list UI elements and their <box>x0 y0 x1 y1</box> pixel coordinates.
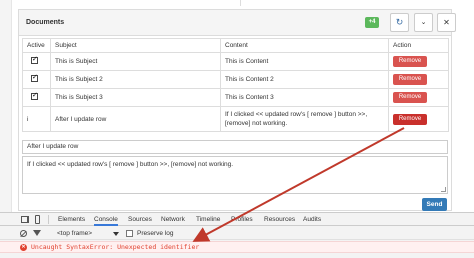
add-button[interactable]: +4 <box>365 17 379 28</box>
active-cell <box>22 88 51 107</box>
console-error-line: ✕ Uncaught SyntaxError: Unexpected ident… <box>0 241 474 253</box>
console-error-message[interactable]: Uncaught SyntaxError: Unexpected identif… <box>31 243 199 252</box>
inspect-element-icon[interactable] <box>21 216 29 223</box>
console-toolbar: <top frame> Preserve log <box>0 227 474 240</box>
tab-elements[interactable]: Elements <box>58 215 85 224</box>
action-cell: Remove <box>388 88 449 107</box>
panel-title: Documents <box>26 19 65 26</box>
frame-select[interactable]: <top frame> <box>57 229 92 238</box>
resize-handle-icon[interactable] <box>441 187 446 192</box>
tab-audits[interactable]: Audits <box>303 215 321 224</box>
table-header-row: Active Subject Content Action <box>22 38 449 53</box>
content-cell: If I clicked << updated row's [ remove ]… <box>220 106 389 132</box>
preserve-log-label: Preserve log <box>137 230 174 237</box>
preserve-log-checkbox[interactable] <box>126 230 133 237</box>
top-strip <box>0 0 474 6</box>
column-header-active: Active <box>22 38 51 53</box>
content-cell: This is Content 2 <box>220 70 389 89</box>
active-checkbox[interactable] <box>31 91 38 100</box>
active-cell: i <box>22 106 51 132</box>
subject-cell: This is Subject <box>50 52 221 71</box>
refresh-icon[interactable]: ↻ <box>390 13 409 32</box>
subject-input[interactable]: After I update row <box>22 140 448 154</box>
tab-sources[interactable]: Sources <box>128 215 152 224</box>
column-header-subject: Subject <box>50 38 221 53</box>
action-cell: Remove <box>388 106 449 132</box>
device-mode-icon[interactable] <box>35 215 40 224</box>
active-cell <box>22 70 51 89</box>
table-row: This is Subject 3 This is Content 3 Remo… <box>22 88 449 107</box>
page: Documents +4 ↻ ⌄ ✕ Active Subject Conten… <box>0 0 474 258</box>
active-cell <box>22 52 51 71</box>
send-button[interactable]: Send <box>422 198 447 211</box>
documents-panel: Documents +4 ↻ ⌄ ✕ Active Subject Conten… <box>18 9 456 211</box>
remove-button[interactable]: Remove <box>393 113 427 125</box>
tab-resources[interactable]: Resources <box>264 215 295 224</box>
devtools-panel: Elements Console Sources Network Timelin… <box>0 212 474 258</box>
content-cell: This is Content 3 <box>220 88 389 107</box>
active-checkbox[interactable] <box>31 55 38 64</box>
devtools-tab-bar: Elements Console Sources Network Timelin… <box>0 213 474 226</box>
action-cell: Remove <box>388 70 449 89</box>
filter-icon[interactable] <box>33 230 41 236</box>
left-rail <box>0 0 12 212</box>
tab-profiles[interactable]: Profiles <box>231 215 253 224</box>
chevron-down-icon[interactable] <box>113 232 119 236</box>
subject-cell: This is Subject 2 <box>50 70 221 89</box>
collapse-icon[interactable]: ⌄ <box>414 13 433 32</box>
content-cell: This is Content <box>220 52 389 71</box>
action-cell: Remove <box>388 52 449 71</box>
subject-cell: This is Subject 3 <box>50 88 221 107</box>
toolbar-divider <box>48 215 49 224</box>
panel-header: Documents +4 ↻ ⌄ ✕ <box>19 10 456 36</box>
subject-cell: After I update row <box>50 106 221 132</box>
column-header-content: Content <box>220 38 389 53</box>
close-icon[interactable]: ✕ <box>437 13 456 32</box>
documents-table: Active Subject Content Action This is Su… <box>22 38 449 132</box>
content-textarea-value: If I clicked << updated row's [ remove ]… <box>27 161 234 168</box>
remove-button[interactable]: Remove <box>393 92 427 103</box>
tab-console[interactable]: Console <box>94 215 118 226</box>
column-header-action: Action <box>388 38 449 53</box>
content-textarea[interactable]: If I clicked << updated row's [ remove ]… <box>22 156 448 194</box>
table-row: This is Subject 2 This is Content 2 Remo… <box>22 70 449 89</box>
remove-button[interactable]: Remove <box>393 74 427 85</box>
table-row: i After I update row If I clicked << upd… <box>22 106 449 132</box>
remove-button[interactable]: Remove <box>393 56 427 67</box>
tab-timeline[interactable]: Timeline <box>196 215 220 224</box>
top-divider <box>240 0 241 6</box>
error-icon: ✕ <box>20 244 27 251</box>
table-row: This is Subject This is Content Remove <box>22 52 449 71</box>
tab-network[interactable]: Network <box>161 215 185 224</box>
active-checkbox[interactable] <box>31 73 38 82</box>
clear-console-icon[interactable] <box>20 230 27 237</box>
